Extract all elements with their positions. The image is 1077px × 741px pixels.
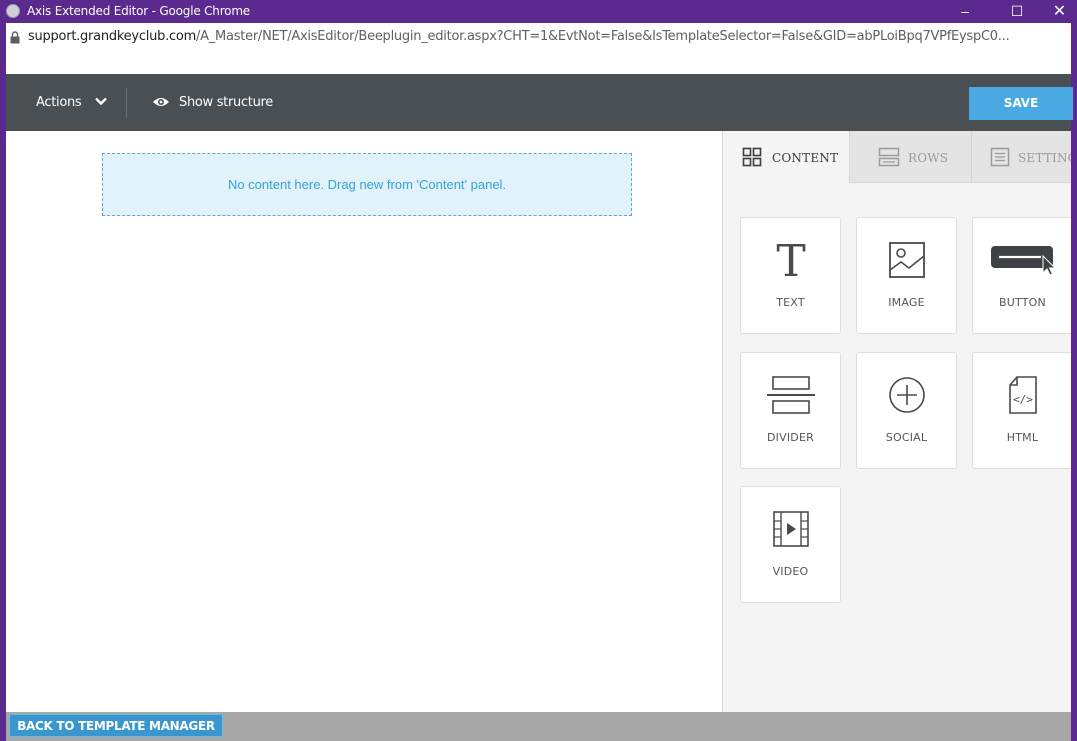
tab-content[interactable]: CONTENT [723,131,849,183]
block-image[interactable]: IMAGE [856,217,957,334]
chrome-app-icon [6,4,20,18]
tab-settings[interactable]: SETTINGS [971,131,1071,183]
block-video-label: VIDEO [772,565,809,578]
image-icon [888,242,925,278]
block-button-label: BUTTON [999,296,1046,309]
browser-window: Axis Extended Editor - Google Chrome – ☐… [0,0,1077,741]
grid-icon [742,147,762,167]
save-button[interactable]: SAVE [969,87,1073,120]
address-bar[interactable]: support.grandkeyclub.com/A_Master/NET/Ax… [0,23,1077,74]
tab-settings-label: SETTINGS [1018,151,1071,165]
block-divider-label: DIVIDER [767,431,814,444]
eye-icon[interactable] [152,96,170,108]
plus-circle-icon [888,377,925,413]
html-file-icon: </> [1008,376,1037,414]
tab-content-label: CONTENT [772,151,839,165]
actions-menu[interactable]: Actions [36,95,82,110]
block-image-label: IMAGE [888,296,925,309]
chevron-down-icon[interactable] [94,94,108,108]
show-structure-toggle[interactable]: Show structure [179,95,273,110]
block-button[interactable]: BUTTON [972,217,1071,334]
toolbar-separator [126,88,127,118]
url-host: support.grandkeyclub.com [28,29,197,44]
editor-stage[interactable]: No content here. Drag new from 'Content'… [6,131,722,712]
back-to-template-manager-button[interactable]: BACK TO TEMPLATE MANAGER [9,714,223,737]
block-social-label: SOCIAL [885,431,928,444]
sidebar-tabs: CONTENT ROWS SETTINGS [723,131,1071,183]
block-video[interactable]: VIDEO [740,486,841,603]
title-bar: Axis Extended Editor - Google Chrome – ☐… [0,0,1077,23]
minimize-button[interactable]: – [942,0,988,23]
block-html[interactable]: </> HTML [972,352,1071,469]
window-title: Axis Extended Editor - Google Chrome [27,4,250,18]
footer-bar: BACK TO TEMPLATE MANAGER [6,712,1071,741]
editor-toolbar: Actions Show structure SAVE [6,74,1073,131]
block-social[interactable]: SOCIAL [856,352,957,469]
tab-rows[interactable]: ROWS [849,131,971,183]
rows-icon [878,147,900,167]
video-film-icon [772,511,809,547]
empty-dropzone-message: No content here. Drag new from 'Content'… [227,177,507,192]
url-text[interactable]: support.grandkeyclub.com/A_Master/NET/Ax… [28,29,1010,44]
url-path: /A_Master/NET/AxisEditor/Beeplugin_edito… [196,29,1010,44]
divider-icon [766,376,815,414]
block-html-label: HTML [1006,431,1039,444]
text-t-icon: T [776,238,805,282]
block-divider[interactable]: DIVIDER [740,352,841,469]
content-sidebar: CONTENT ROWS SETTINGS [722,131,1071,712]
button-cursor-icon [990,246,1056,276]
close-button[interactable]: ✕ [1042,0,1077,23]
tab-rows-label: ROWS [908,151,949,165]
svg-text:</>: </> [1013,393,1033,406]
maximize-button[interactable]: ☐ [994,0,1040,23]
svg-text:T: T [776,238,805,282]
block-text-label: TEXT [776,296,805,309]
block-text[interactable]: T TEXT [740,217,841,334]
settings-list-icon [990,147,1010,167]
lock-icon [10,31,20,44]
empty-row-dropzone[interactable]: No content here. Drag new from 'Content'… [102,153,632,216]
